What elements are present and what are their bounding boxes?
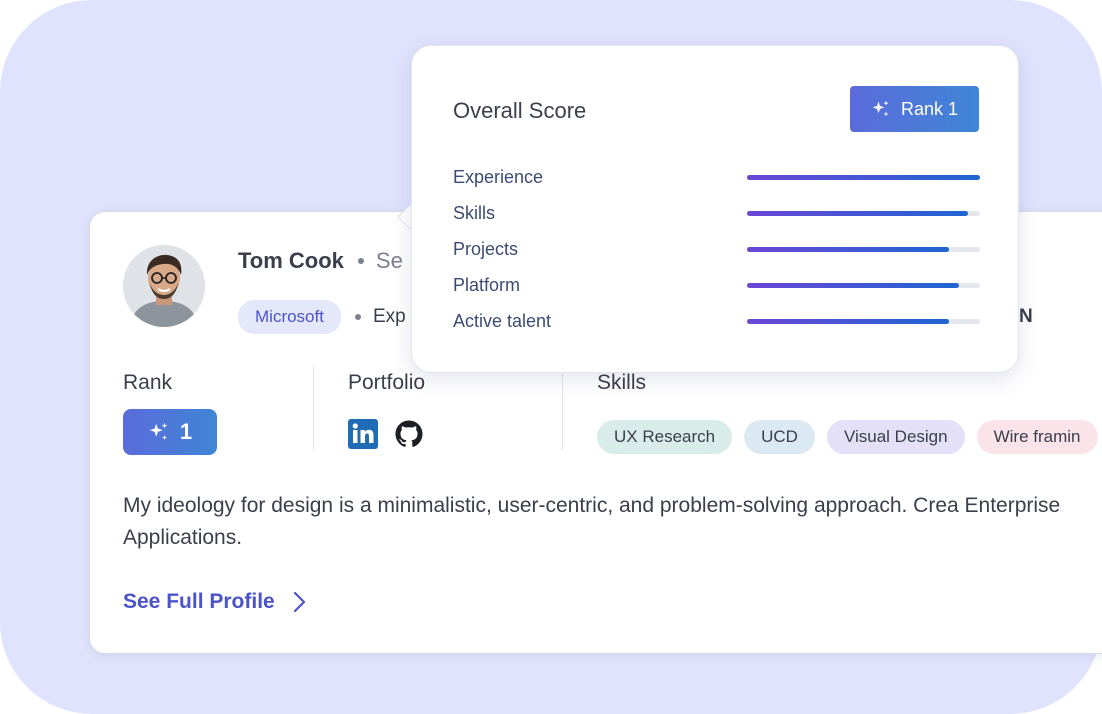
divider <box>562 366 563 450</box>
score-track <box>747 283 980 288</box>
score-label: Projects <box>453 239 519 259</box>
score-fill <box>747 319 949 324</box>
candidate-role: Se <box>375 248 403 273</box>
skill-chip: UCD <box>744 420 815 454</box>
candidate-name: Tom Cook <box>238 248 344 273</box>
skill-chip: UX Research <box>597 420 733 454</box>
linkedin-icon[interactable] <box>348 419 378 449</box>
popover-title: Overall Score <box>453 98 587 123</box>
score-row: Experience <box>453 167 980 189</box>
score-row: Active talent <box>453 311 980 333</box>
avatar <box>123 245 205 327</box>
separator-dot <box>354 314 361 320</box>
score-fill <box>747 247 949 252</box>
score-row: Projects <box>453 239 980 261</box>
skill-chip: Wire framin <box>976 420 1098 454</box>
portfolio-links <box>348 419 424 449</box>
score-track <box>747 319 980 324</box>
score-label: Experience <box>453 167 544 187</box>
rank-label: Rank <box>123 371 173 394</box>
rank-badge: 1 <box>123 409 217 455</box>
see-full-profile-label: See Full Profile <box>123 590 275 613</box>
skills-label: Skills <box>597 371 647 394</box>
sparkle-icon <box>149 422 168 441</box>
github-icon[interactable] <box>394 419 424 449</box>
meta-tail-text: N <box>1019 306 1033 327</box>
score-row: Platform <box>453 275 980 297</box>
score-label: Skills <box>453 203 496 223</box>
see-full-profile-link[interactable]: See Full Profile <box>123 590 309 614</box>
bio-text: My ideology for design is a minimalistic… <box>123 494 1061 549</box>
portfolio-label: Portfolio <box>348 371 426 394</box>
name-row: Tom Cook Se <box>238 248 403 274</box>
skill-chip: Visual Design <box>826 420 965 454</box>
score-fill <box>747 211 969 216</box>
company-chip: Microsoft <box>238 300 341 334</box>
score-track <box>747 247 980 252</box>
experience-text: Exp <box>372 306 406 327</box>
skills-list: UX Research UCD Visual Design Wire frami… <box>597 420 1098 454</box>
sparkle-icon <box>872 100 889 117</box>
score-fill <box>747 283 960 288</box>
score-label: Platform <box>453 275 521 295</box>
separator-dot <box>357 258 364 264</box>
meta-row: Microsoft Exp <box>238 300 406 334</box>
score-track <box>747 175 980 180</box>
overall-score-popover: Overall Score Rank 1 Experience Skills P… <box>411 45 1019 373</box>
score-fill <box>747 175 980 180</box>
score-label: Active talent <box>453 311 552 331</box>
rank-button[interactable]: Rank 1 <box>850 86 979 132</box>
chevron-right-icon <box>293 591 305 613</box>
score-track <box>747 211 980 216</box>
score-row: Skills <box>453 203 980 225</box>
rank-button-label: Rank 1 <box>900 98 959 119</box>
divider <box>313 366 314 450</box>
rank-value: 1 <box>179 419 193 444</box>
